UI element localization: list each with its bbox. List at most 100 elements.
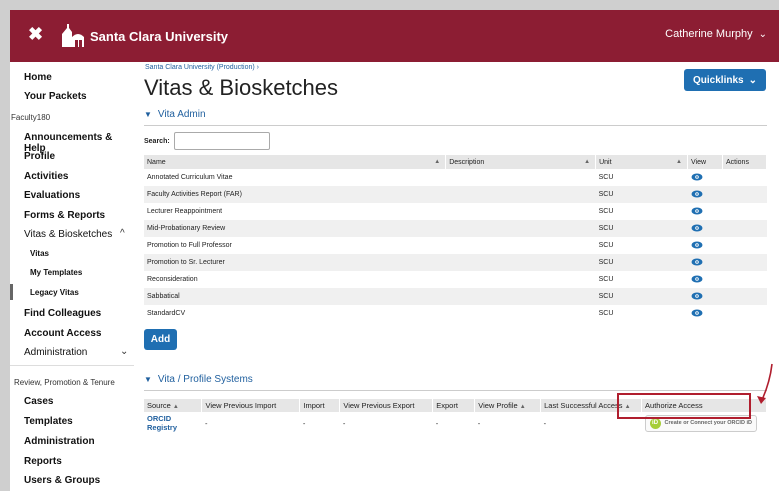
sidebar-subitem-vitas[interactable]: Vitas <box>30 249 49 258</box>
vita-unit-cell: SCU <box>595 254 688 271</box>
table-row: Faculty Activities Report (FAR) SCU <box>144 186 767 203</box>
vita-name-cell: Promotion to Full Professor <box>147 242 232 249</box>
eye-icon[interactable] <box>691 309 703 317</box>
view-cell <box>688 203 723 220</box>
sidebar-item-packets[interactable]: Your Packets <box>24 91 87 102</box>
vita-name-cell: Sabbatical <box>144 288 446 305</box>
actions-cell <box>722 305 766 322</box>
vita-name-cell: Lecturer Reappointment <box>147 208 223 215</box>
column-header-import: Import <box>299 399 341 412</box>
sidebar-item-account-access[interactable]: Account Access <box>24 328 101 339</box>
quicklinks-button[interactable]: Quicklinks ⌄ <box>684 69 766 91</box>
university-logo-icon[interactable] <box>58 22 86 48</box>
sidebar-item-vitas-biosketches[interactable]: Vitas & Biosketches <box>24 229 112 240</box>
orcid-connect-label: Create or Connect your ORCID iD <box>664 420 752 426</box>
sidebar-item-templates[interactable]: Templates <box>24 416 73 427</box>
view-cell <box>687 220 723 237</box>
actions-cell <box>722 288 767 305</box>
actions-cell <box>722 237 766 254</box>
close-icon[interactable]: ✖ <box>28 24 43 44</box>
quicklinks-label: Quicklinks <box>693 74 744 86</box>
actions-cell <box>722 254 767 271</box>
sidebar-item-cases[interactable]: Cases <box>24 396 53 407</box>
window-frame-left <box>0 0 10 491</box>
add-button[interactable]: Add <box>144 329 177 350</box>
chevron-down-icon[interactable]: ⌄ <box>120 346 128 357</box>
eye-icon[interactable] <box>691 292 703 300</box>
vita-description-cell <box>445 288 596 305</box>
sidebar-item-forms-reports[interactable]: Forms & Reports <box>24 210 105 221</box>
column-header-actions: Actions <box>722 155 768 169</box>
actions-cell <box>722 271 766 288</box>
sidebar-item-home[interactable]: Home <box>24 72 52 83</box>
vita-description-cell <box>446 305 596 322</box>
orcid-registry-link[interactable]: ORCID Registry <box>147 414 177 432</box>
vita-description-cell <box>445 254 596 271</box>
sidebar-subitem-my-templates[interactable]: My Templates <box>30 268 82 277</box>
chevron-down-icon: ⌄ <box>758 28 767 40</box>
sidebar-item-profile[interactable]: Profile <box>24 151 55 162</box>
sidebar-item-users-groups[interactable]: Users & Groups <box>24 475 100 486</box>
column-header-view-prev-export: View Previous Export <box>339 399 434 412</box>
vita-description-cell <box>446 271 596 288</box>
sidebar-item-find-colleagues[interactable]: Find Colleagues <box>24 308 101 319</box>
view-cell <box>687 186 723 203</box>
vita-name-cell: Mid-Probationary Review <box>144 220 446 237</box>
export-cell: - <box>435 418 439 428</box>
view-prev-import-cell: - <box>204 418 208 428</box>
sort-icon: ▲ <box>584 158 591 165</box>
search-label: Search: <box>144 138 170 145</box>
page-title: Vitas & Biosketches <box>144 75 339 100</box>
vita-admin-table: Name ▲ Description ▲ Unit ▲ View Actions An… <box>144 155 768 322</box>
vita-name-cell: StandardCV <box>147 310 186 317</box>
sidebar-section-faculty180: Faculty180 <box>11 113 51 122</box>
highlight-box <box>617 393 751 419</box>
eye-icon[interactable] <box>691 275 703 283</box>
sidebar-active-indicator <box>10 284 13 300</box>
view-cell <box>687 254 723 271</box>
sidebar-item-administration-rpt[interactable]: Administration <box>24 436 95 447</box>
vita-admin-toggle[interactable]: ▼ Vita Admin <box>144 109 206 120</box>
view-profile-cell: - <box>477 418 481 428</box>
chevron-up-icon[interactable]: ^ <box>120 228 125 239</box>
eye-icon[interactable] <box>691 224 703 232</box>
user-menu[interactable]: Catherine Murphy ⌄ <box>665 28 767 40</box>
search-input[interactable] <box>174 132 270 150</box>
table-row: Promotion to Sr. Lecturer SCU <box>144 254 767 271</box>
eye-icon[interactable] <box>691 258 703 266</box>
eye-icon[interactable] <box>691 241 703 249</box>
vita-description-cell <box>446 203 596 220</box>
view-cell <box>687 288 723 305</box>
vita-description-cell <box>445 186 596 203</box>
sidebar-item-evaluations[interactable]: Evaluations <box>24 190 80 201</box>
column-header-source[interactable]: Source ▲ <box>144 399 203 412</box>
brand-name[interactable]: Santa Clara University <box>90 29 228 44</box>
vita-name-cell: Faculty Activities Report (FAR) <box>144 186 446 203</box>
column-header-unit[interactable]: Unit ▲ <box>595 155 688 169</box>
view-prev-export-cell: - <box>342 418 346 428</box>
triangle-down-icon: ▼ <box>144 375 152 384</box>
vita-unit-cell: SCU <box>595 186 688 203</box>
vita-description-cell <box>446 169 596 186</box>
sidebar: Home Your Packets Faculty180 Announcemen… <box>10 62 134 491</box>
table-row: Sabbatical SCU <box>144 288 767 305</box>
sidebar-subitem-legacy-vitas[interactable]: Legacy Vitas <box>30 288 79 297</box>
column-header-export: Export <box>432 399 476 412</box>
triangle-down-icon: ▼ <box>144 110 152 119</box>
sidebar-item-reports[interactable]: Reports <box>24 456 62 467</box>
eye-icon[interactable] <box>691 173 703 181</box>
sidebar-item-activities[interactable]: Activities <box>24 171 68 182</box>
column-header-description[interactable]: Description ▲ <box>445 155 597 169</box>
window-frame-top <box>0 0 779 10</box>
sort-icon: ▲ <box>434 158 441 165</box>
column-header-name[interactable]: Name ▲ <box>144 155 447 169</box>
eye-icon[interactable] <box>691 190 703 198</box>
column-header-view-profile[interactable]: View Profile ▲ <box>474 399 542 412</box>
breadcrumb[interactable]: Santa Clara University (Production) › <box>145 64 259 71</box>
top-navigation-bar: ✖ Santa Clara University Catherine Murph… <box>10 10 779 62</box>
column-header-view-prev-import: View Previous Import <box>201 399 301 412</box>
table-row: Promotion to Full Professor SCU <box>144 237 767 254</box>
profile-systems-toggle[interactable]: ▼ Vita / Profile Systems <box>144 374 253 385</box>
eye-icon[interactable] <box>691 207 703 215</box>
sidebar-item-administration[interactable]: Administration <box>24 347 87 358</box>
